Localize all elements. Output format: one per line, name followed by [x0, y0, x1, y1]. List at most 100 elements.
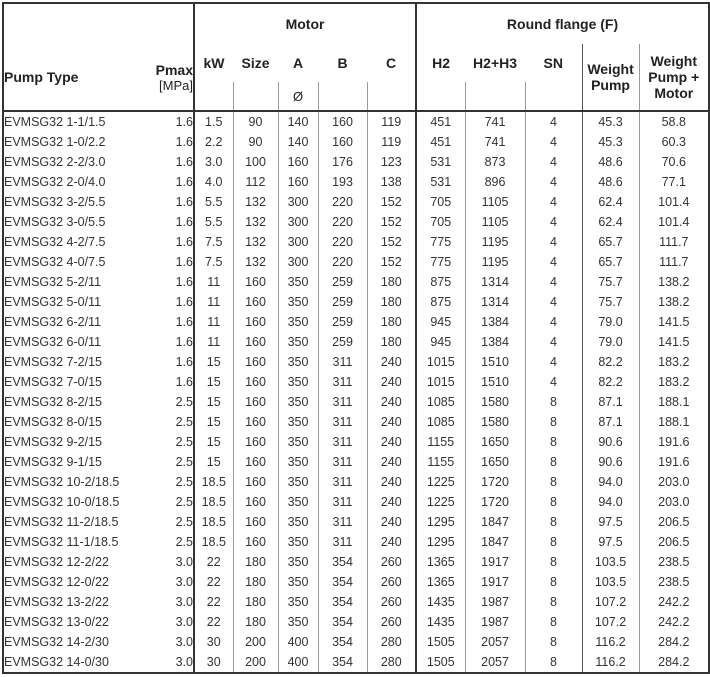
cell-sn: 8 [525, 592, 583, 612]
cell-h2: 1155 [416, 452, 466, 472]
cell-weight-pump: 62.4 [582, 192, 640, 212]
cell-pmax: 2.5 [142, 532, 195, 552]
table-row: EVMSG32 4-2/7.5 1.6 7.5 132 300 220 152 775 1195… [3, 232, 709, 252]
cell-h2h3: 896 [465, 172, 526, 192]
cell-c: 240 [367, 472, 418, 492]
cell-sn: 4 [525, 192, 583, 212]
cell-weight-pump: 75.7 [582, 292, 640, 312]
cell-pump-type: EVMSG32 12-0/22 [4, 575, 109, 589]
header-a: A [292, 55, 304, 71]
table-row: EVMSG32 13-0/22 3.0 22 180 350 354 260 1435 1987… [3, 612, 709, 632]
cell-a: 350 [278, 312, 319, 332]
cell-size: 200 [233, 652, 279, 673]
table-row: EVMSG32 9-1/15 2.5 15 160 350 311 240 1155 1650 8… [3, 452, 709, 472]
cell-sn: 8 [525, 572, 583, 592]
cell-b: 311 [318, 352, 368, 372]
table-row: EVMSG32 11-2/18.5 2.5 18.5 160 350 311 240 1295… [3, 512, 709, 532]
cell-weight-pump: 79.0 [582, 312, 640, 332]
cell-h2: 1225 [416, 492, 466, 512]
table-row: EVMSG32 6-0/11 1.6 11 160 350 259 180 945 1384 4 7… [3, 332, 709, 352]
cell-sn: 8 [525, 492, 583, 512]
header-pmax: Pmax [MPa] [142, 44, 195, 112]
cell-c: 180 [367, 272, 418, 292]
cell-pmax: 1.6 [142, 372, 195, 392]
table-row: EVMSG32 8-0/15 2.5 15 160 350 311 240 1085 1580 8… [3, 412, 709, 432]
cell-h2h3: 1650 [465, 432, 526, 452]
cell-pump-type: EVMSG32 3-2/5.5 [4, 195, 106, 209]
cell-b: 176 [318, 152, 368, 172]
cell-h2h3: 2057 [465, 652, 526, 673]
cell-b: 220 [318, 212, 368, 232]
table-row: EVMSG32 5-2/11 1.6 11 160 350 259 180 875 1314 4 7… [3, 272, 709, 292]
cell-h2: 1295 [416, 532, 466, 552]
cell-sn: 4 [525, 252, 583, 272]
cell-kw: 15 [194, 452, 234, 472]
cell-pump-type: EVMSG32 10-2/18.5 [4, 475, 120, 489]
cell-pump-type: EVMSG32 6-0/11 [4, 335, 102, 349]
cell-c: 152 [367, 252, 418, 272]
cell-b: 311 [318, 452, 368, 472]
table-row: EVMSG32 8-2/15 2.5 15 160 350 311 240 1085 1580 8… [3, 392, 709, 412]
cell-sn: 8 [525, 612, 583, 632]
cell-size: 112 [233, 172, 279, 192]
cell-b: 311 [318, 472, 368, 492]
cell-h2: 1435 [416, 592, 466, 612]
cell-c: 240 [367, 352, 418, 372]
cell-c: 280 [367, 652, 418, 673]
cell-h2: 1085 [416, 412, 466, 432]
cell-b: 220 [318, 252, 368, 272]
cell-sn: 8 [525, 652, 583, 673]
header-h2h3: H2+H3 [473, 55, 518, 71]
header-sn-unit [525, 82, 583, 112]
pump-spec-table: Motor Round flange (F) Pump Type Pmax [M… [2, 2, 710, 674]
cell-pmax: 2.5 [142, 512, 195, 532]
cell-a: 350 [278, 492, 319, 512]
cell-weight-pump: 75.7 [582, 272, 640, 292]
cell-weight-total: 284.2 [658, 635, 690, 649]
cell-b: 354 [318, 592, 368, 612]
header-weight-total-l1: Weight [650, 53, 697, 69]
cell-kw: 11 [194, 292, 234, 312]
cell-pmax: 2.5 [142, 472, 195, 492]
cell-h2: 875 [416, 292, 466, 312]
cell-b: 220 [318, 232, 368, 252]
cell-weight-total: 242.2 [658, 615, 690, 629]
cell-h2h3: 1847 [465, 532, 526, 552]
cell-h2h3: 1510 [465, 352, 526, 372]
cell-pmax: 3.0 [142, 632, 195, 652]
table-row: EVMSG32 14-2/30 3.0 30 200 400 354 280 1505 2057… [3, 632, 709, 652]
cell-h2: 1505 [416, 632, 466, 652]
cell-b: 311 [318, 432, 368, 452]
cell-weight-total: 70.6 [661, 155, 686, 169]
cell-sn: 4 [525, 312, 583, 332]
header-weight-total: Weight Pump + Motor [638, 44, 710, 112]
cell-h2: 945 [416, 312, 466, 332]
cell-h2: 945 [416, 332, 466, 352]
cell-sn: 4 [525, 132, 583, 152]
cell-weight-total: 191.6 [658, 435, 690, 449]
cell-sn: 8 [525, 452, 583, 472]
cell-size: 160 [233, 412, 279, 432]
cell-pmax: 2.5 [142, 452, 195, 472]
cell-h2h3: 1384 [465, 312, 526, 332]
cell-size: 90 [233, 132, 279, 152]
cell-size: 160 [233, 492, 279, 512]
cell-c: 280 [367, 632, 418, 652]
cell-pmax: 3.0 [142, 572, 195, 592]
cell-c: 123 [367, 152, 418, 172]
cell-b: 160 [318, 132, 368, 152]
cell-kw: 15 [194, 432, 234, 452]
cell-pmax: 1.6 [142, 132, 195, 152]
cell-b: 259 [318, 272, 368, 292]
cell-weight-pump: 82.2 [582, 372, 640, 392]
cell-weight-pump: 103.5 [582, 552, 640, 572]
cell-pmax: 1.6 [142, 332, 195, 352]
header-pmax-unit: [MPa] [159, 77, 193, 93]
cell-kw: 22 [194, 552, 234, 572]
cell-c: 240 [367, 432, 418, 452]
header-h2: H2 [432, 55, 450, 71]
cell-pmax: 3.0 [142, 592, 195, 612]
cell-c: 152 [367, 192, 418, 212]
cell-h2: 451 [416, 132, 466, 152]
cell-weight-total: 111.7 [659, 255, 689, 269]
